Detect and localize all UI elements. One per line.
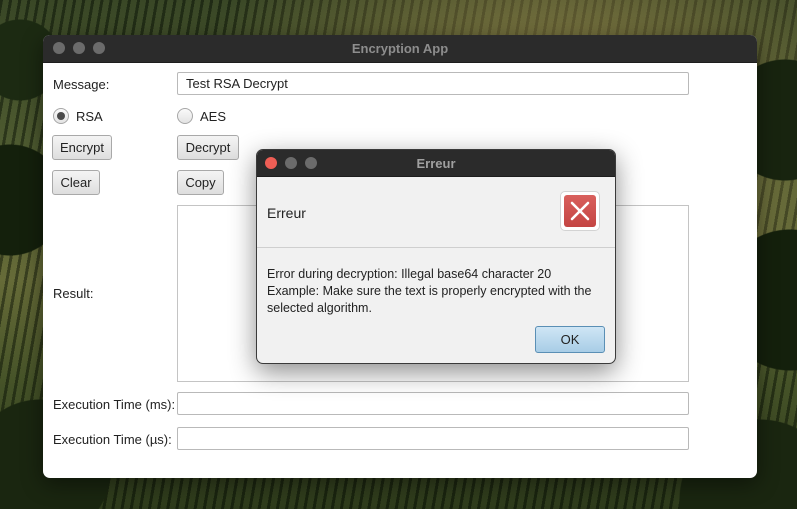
rsa-radio[interactable] xyxy=(53,108,69,124)
aes-radio[interactable] xyxy=(177,108,193,124)
ok-button[interactable]: OK xyxy=(535,326,605,353)
execution-time-ms-label: Execution Time (ms): xyxy=(53,397,176,412)
execution-time-us-field[interactable] xyxy=(177,427,689,450)
dialog-header-text: Erreur xyxy=(267,205,306,221)
dialog-titlebar[interactable]: Erreur xyxy=(257,150,615,177)
dialog-title: Erreur xyxy=(416,156,456,171)
dialog-message-line-1: Error during decryption: Illegal base64 … xyxy=(267,267,552,281)
dialog-message-line-2: Example: Make sure the text is properly … xyxy=(267,284,592,298)
window-title: Encryption App xyxy=(351,41,449,56)
decrypt-button[interactable]: Decrypt xyxy=(177,135,239,160)
radio-selected-dot xyxy=(57,112,65,120)
message-label: Message: xyxy=(53,77,110,92)
message-input[interactable] xyxy=(177,72,689,95)
copy-button[interactable]: Copy xyxy=(177,170,224,195)
rsa-radio-label[interactable]: RSA xyxy=(76,109,103,124)
x-mark-icon xyxy=(570,201,590,221)
encrypt-button[interactable]: Encrypt xyxy=(52,135,112,160)
window-titlebar[interactable]: Encryption App xyxy=(43,35,757,63)
error-icon xyxy=(560,191,600,231)
dialog-header: Erreur xyxy=(257,177,615,248)
execution-time-us-label: Execution Time (µs): xyxy=(53,432,172,447)
execution-time-ms-field[interactable] xyxy=(177,392,689,415)
error-dialog: Erreur Erreur Error during decryption: I… xyxy=(256,149,616,364)
clear-button[interactable]: Clear xyxy=(52,170,100,195)
dialog-message-line-3: selected algorithm. xyxy=(267,301,372,315)
aes-radio-label[interactable]: AES xyxy=(200,109,226,124)
result-label: Result: xyxy=(53,286,94,301)
